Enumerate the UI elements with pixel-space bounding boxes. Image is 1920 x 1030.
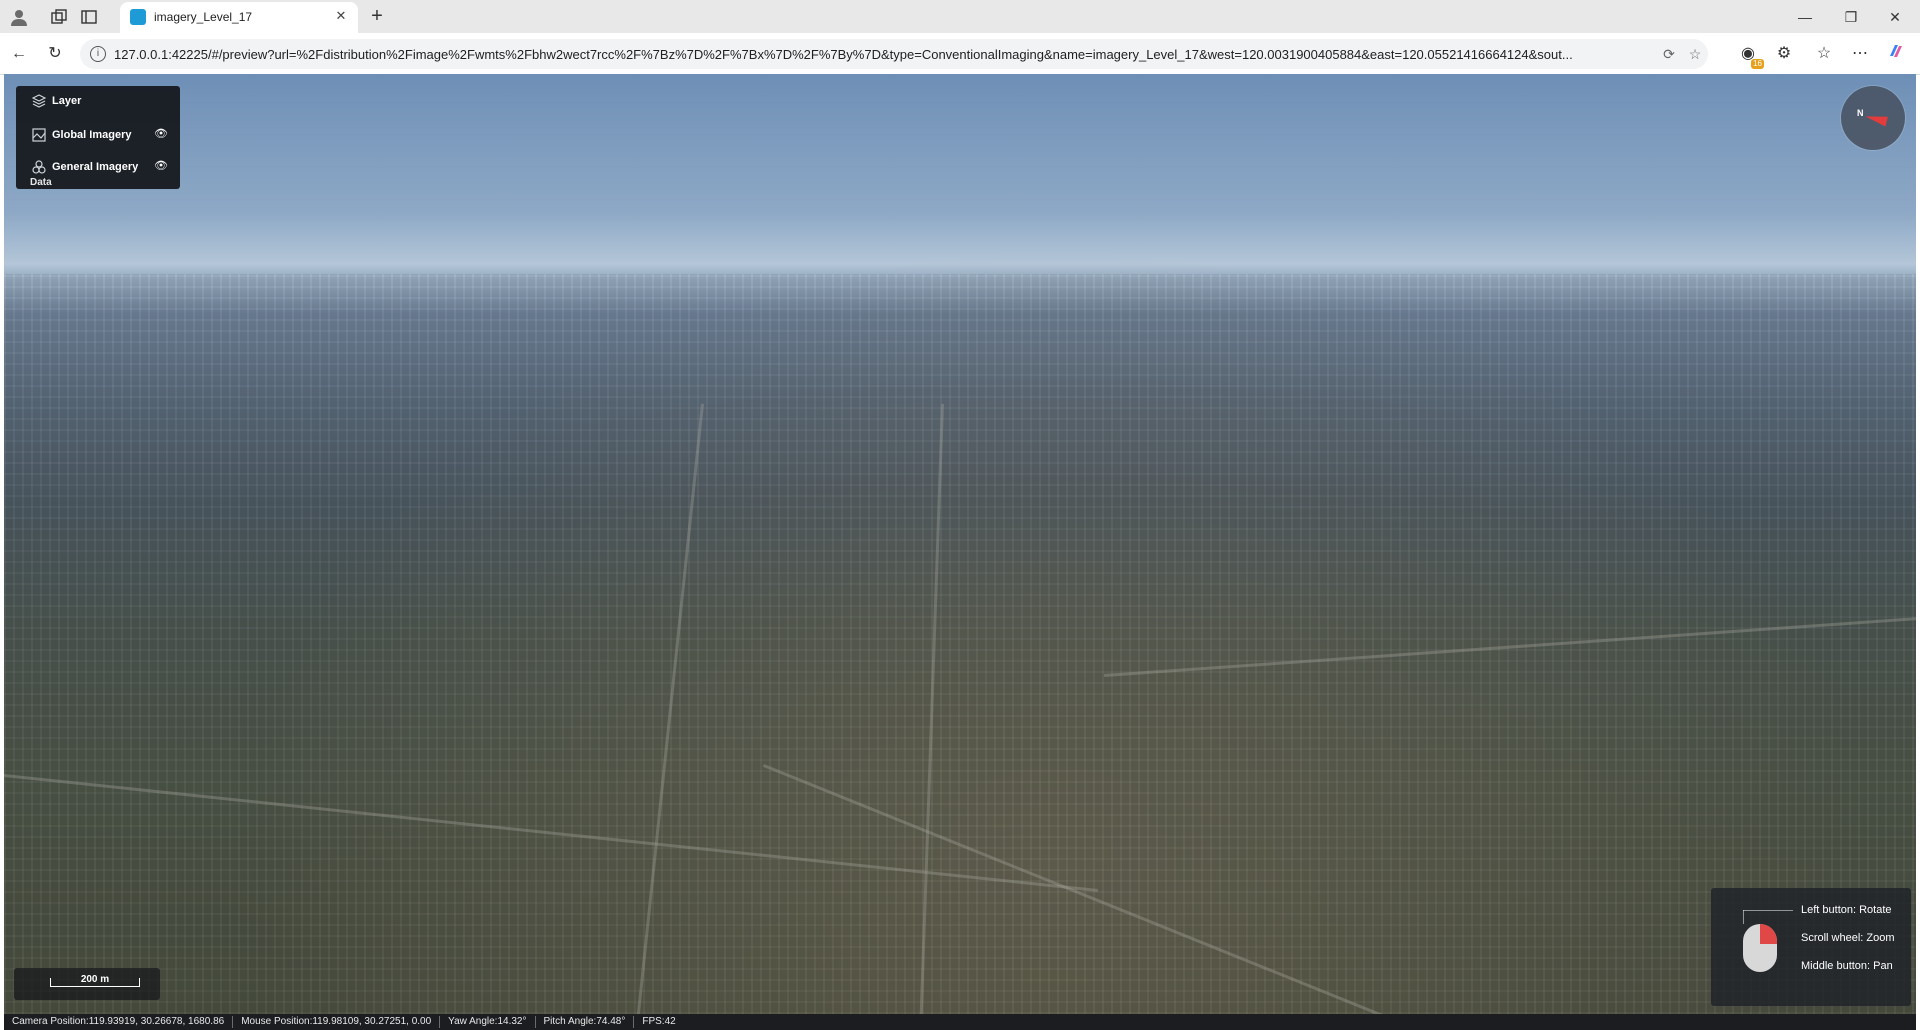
camera-position: Camera Position:119.93919, 30.26678, 168… xyxy=(4,1016,234,1028)
layer-panel-header[interactable]: Layer xyxy=(16,86,180,116)
close-icon[interactable]: ✕ xyxy=(332,7,350,25)
layer-item-label: General Imagery xyxy=(52,161,139,173)
help-scroll-wheel: Scroll wheel: Zoom xyxy=(1801,932,1895,944)
compass-north-label: N xyxy=(1857,108,1864,118)
minimize-icon[interactable]: — xyxy=(1790,6,1820,28)
help-connector xyxy=(1743,910,1744,924)
address-bar[interactable]: i 127.0.0.1:42225/#/preview?url=%2Fdistr… xyxy=(80,39,1708,69)
reload-icon[interactable]: ↻ xyxy=(44,43,66,65)
scale-bar: 200 m xyxy=(14,968,160,1000)
profile-icon[interactable] xyxy=(8,6,30,28)
more-options-icon[interactable]: ⋯ xyxy=(1848,42,1872,66)
map-viewer[interactable]: Layer Global Imagery 👁 General Imagery 👁… xyxy=(4,74,1916,1014)
browser-tab[interactable]: imagery_Level_17 ✕ xyxy=(120,2,358,33)
extensions-puzzle-icon[interactable]: ⚙ xyxy=(1772,42,1796,66)
yaw-angle: Yaw Angle:14.32° xyxy=(440,1016,536,1028)
compass-needle-icon xyxy=(1864,111,1888,127)
layer-item-label: Global Imagery xyxy=(52,129,132,141)
status-bar: Camera Position:119.93919, 30.26678, 168… xyxy=(4,1014,1916,1030)
imagery-icon xyxy=(32,128,46,142)
help-connector xyxy=(1743,910,1793,911)
mouse-icon xyxy=(1743,924,1777,972)
layers-icon xyxy=(31,94,47,108)
scale-label: 200 m xyxy=(80,974,110,985)
terrain-imagery xyxy=(4,274,1916,1014)
favorites-icon[interactable]: ☆ xyxy=(1812,42,1836,66)
refresh-page-icon[interactable]: ⟳ xyxy=(1660,45,1678,63)
url-text[interactable]: 127.0.0.1:42225/#/preview?url=%2Fdistrib… xyxy=(114,47,1634,62)
copilot-icon[interactable] xyxy=(1884,42,1908,66)
plus-icon[interactable]: + xyxy=(366,5,388,27)
help-middle-button: Middle button: Pan xyxy=(1801,960,1893,972)
pitch-angle: Pitch Angle:74.48° xyxy=(536,1016,635,1028)
layer-panel-title: Layer xyxy=(52,95,82,107)
layer-item-global-imagery[interactable]: Global Imagery 👁 xyxy=(16,120,180,150)
browser-tab-bar: imagery_Level_17 ✕ + — ❐ ✕ xyxy=(0,0,1920,33)
mouse-left-button-icon xyxy=(1760,924,1777,944)
help-left-button: Left button: Rotate xyxy=(1801,904,1892,916)
extension-icon[interactable]: ◉ 16 xyxy=(1736,42,1764,69)
layer-label-overflow: Data xyxy=(30,177,52,188)
fps-counter: FPS:42 xyxy=(642,1016,676,1027)
back-icon[interactable]: ← xyxy=(8,43,30,65)
favicon-icon xyxy=(130,9,146,25)
mouse-position: Mouse Position:119.98109, 30.27251, 0.00 xyxy=(233,1016,441,1028)
mouse-controls-help: Left button: Rotate Scroll wheel: Zoom M… xyxy=(1711,888,1911,1006)
extension-badge: 16 xyxy=(1751,59,1764,69)
layer-panel: Layer Global Imagery 👁 General Imagery 👁 xyxy=(16,86,180,189)
eye-icon[interactable]: 👁 xyxy=(154,160,168,172)
tab-title: imagery_Level_17 xyxy=(154,10,253,24)
vertical-tabs-icon[interactable] xyxy=(78,6,100,28)
favorite-star-icon[interactable]: ☆ xyxy=(1686,45,1704,63)
eye-icon[interactable]: 👁 xyxy=(154,128,168,140)
browser-nav-bar: ← ↻ i 127.0.0.1:42225/#/preview?url=%2Fd… xyxy=(0,33,1920,75)
workspaces-icon[interactable] xyxy=(48,6,70,28)
compass-widget[interactable]: N xyxy=(1841,86,1905,150)
tiles-icon xyxy=(32,160,46,174)
site-info-icon[interactable]: i xyxy=(90,46,106,62)
close-window-icon[interactable]: ✕ xyxy=(1880,6,1910,28)
restore-icon[interactable]: ❐ xyxy=(1836,6,1866,28)
